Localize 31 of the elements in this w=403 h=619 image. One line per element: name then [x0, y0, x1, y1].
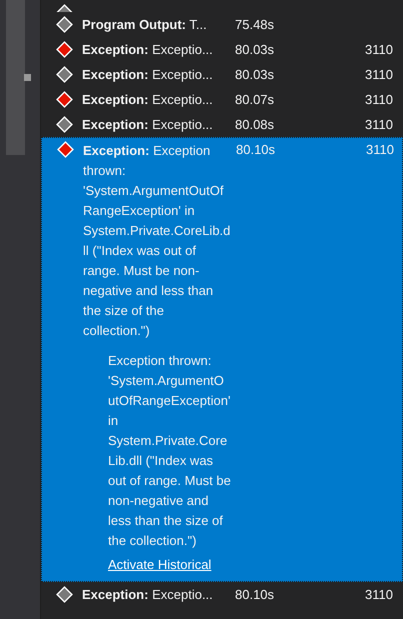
event-row[interactable]: Program Output: T... 75.48s	[41, 12, 403, 37]
event-description: Exception: Exceptio...	[82, 91, 214, 108]
event-row[interactable]	[41, 137, 403, 582]
thread-id: 3110	[366, 141, 394, 158]
thread-id: 3110	[365, 66, 393, 83]
thread-id: 3110	[365, 586, 393, 603]
event-time: 80.03s	[235, 41, 276, 58]
marker-icon	[24, 74, 31, 81]
thread-id: 3110	[365, 116, 393, 133]
event-time: 80.10s	[236, 141, 276, 158]
thread-id: 3110	[365, 91, 393, 108]
event-description: Exception: Exceptio...	[82, 66, 214, 83]
event-row[interactable]: Exception: Exceptio... 80.10s 3110	[41, 582, 403, 607]
event-row[interactable]: Exception: Exceptio... 80.08s 3110	[41, 112, 403, 137]
event-time: 75.48s	[235, 16, 276, 33]
event-description: Exception: Exceptio...	[82, 41, 214, 58]
scrollbar-thumb[interactable]	[6, 0, 25, 155]
thread-id: 3110	[365, 41, 393, 58]
event-time: 80.03s	[235, 66, 276, 83]
event-detail: Exception thrown: 'System.ArgumentOutOfRangeException' in System.Private.CoreLib.dll ("Index was out of range. Must be non-negative and less than the size of the collection.")	[108, 352, 231, 550]
event-row[interactable]: Exception: Exceptio... 80.03s 3110	[41, 62, 403, 87]
event-time: 80.10s	[235, 586, 276, 603]
activate-historical-link[interactable]: Activate Historical	[108, 555, 231, 575]
event-description: Exception: Exception thrown: 'System.ArgumentOutOfRangeException' in System.Private.CoreLib.dll ("Index was out of range. Must be non-negative and less than the size of the collection.")	[83, 142, 231, 340]
event-time: 80.07s	[235, 91, 276, 108]
event-time: 80.08s	[235, 116, 276, 133]
event-description: Exception: Exceptio...	[82, 586, 214, 603]
event-row[interactable]: Exception: Exceptio... 80.07s 3110	[41, 87, 403, 112]
event-description: Program Output: T...	[82, 16, 208, 33]
event-description: Exception: Exceptio...	[82, 116, 214, 133]
event-row[interactable]: Exception: Exceptio... 80.03s 3110	[41, 37, 403, 62]
